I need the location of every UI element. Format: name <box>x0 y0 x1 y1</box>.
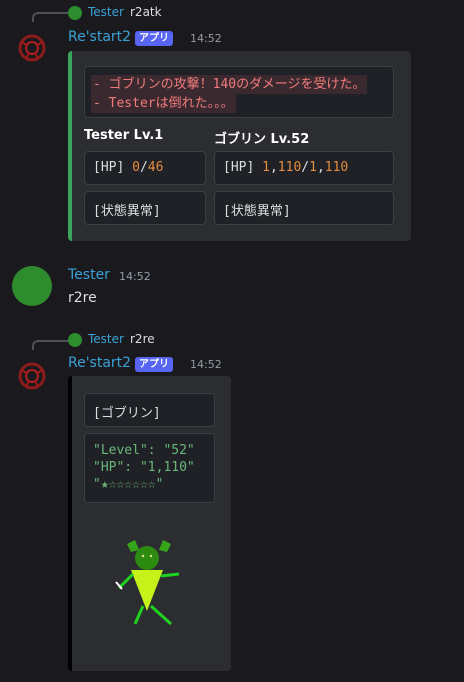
bot-avatar-icon <box>18 362 46 390</box>
bot-avatar[interactable] <box>12 28 52 68</box>
reply-preview-text[interactable]: r2re <box>130 332 155 346</box>
player-hp-current: 0 <box>132 160 140 175</box>
player-name-field: Tester Lv.1 <box>84 128 164 143</box>
embed-accent-bar <box>68 376 72 671</box>
battle-embed: - ゴブリンの攻撃！140のダメージを受けた。 - Testerは倒れた。。。 … <box>68 51 411 241</box>
hp-label: [HP] <box>93 160 133 175</box>
monster-title-box: [ゴブリン] <box>84 393 215 427</box>
enemy-hp-comma: , <box>316 160 325 175</box>
player-status-box: [状態異常] <box>84 191 206 225</box>
stat-line-level: "Level": "52" <box>93 443 195 458</box>
enemy-hp-current-part: 1 <box>262 160 270 175</box>
enemy-name-field: ゴブリン Lv.52 <box>214 132 310 147</box>
reply-connector <box>32 340 68 350</box>
app-badge: アプリ <box>135 31 173 46</box>
stat-line-hp: "HP": "1,110" <box>93 460 195 475</box>
battle-log-box: - ゴブリンの攻撃！140のダメージを受けた。 - Testerは倒れた。。。 <box>84 66 394 118</box>
battle-log-line: - Testerは倒れた。。。 <box>91 94 236 113</box>
bot-avatar-icon <box>18 34 46 62</box>
enemy-hp-max-part: 1 <box>309 160 317 175</box>
app-badge: アプリ <box>135 357 173 372</box>
enemy-hp-box: [HP] 1,110/1,110 <box>214 151 394 185</box>
player-hp-max: 46 <box>147 160 164 175</box>
monster-embed: [ゴブリン] "Level": "52" "HP": "1,110" "★☆☆☆… <box>68 376 231 671</box>
hp-separator: / <box>139 160 148 175</box>
player-status-text: [状態異常] <box>93 204 161 219</box>
reply-connector <box>32 12 68 22</box>
enemy-status-box: [状態異常] <box>214 191 394 225</box>
enemy-hp-max-part: 110 <box>324 160 349 175</box>
player-hp-box: [HP] 0/46 <box>84 151 206 185</box>
hp-label: [HP] <box>223 160 263 175</box>
stat-line-rarity: "★☆☆☆☆☆☆" <box>93 477 164 492</box>
enemy-hp-current-part: 110 <box>277 160 302 175</box>
monster-title-text: [ゴブリン] <box>93 406 161 421</box>
author-name[interactable]: Re'start2 <box>68 355 131 371</box>
goblin-sprite-image <box>115 540 180 626</box>
author-name[interactable]: Tester <box>68 267 110 283</box>
monster-stats-box: "Level": "52" "HP": "1,110" "★☆☆☆☆☆☆" <box>84 433 215 503</box>
message-text: r2re <box>68 290 97 306</box>
reply-preview-text[interactable]: r2atk <box>130 5 162 19</box>
enemy-hp-comma: , <box>269 160 278 175</box>
bot-avatar[interactable] <box>12 356 52 396</box>
timestamp: 14:52 <box>119 270 151 283</box>
reply-username[interactable]: Tester <box>88 332 124 346</box>
hp-separator: / <box>301 160 310 175</box>
reply-username[interactable]: Tester <box>88 5 124 19</box>
user-avatar[interactable] <box>12 266 52 306</box>
reply-avatar <box>68 333 82 347</box>
author-name[interactable]: Re'start2 <box>68 29 131 45</box>
enemy-status-text: [状態異常] <box>223 204 291 219</box>
timestamp: 14:52 <box>190 358 222 371</box>
reply-avatar <box>68 6 82 20</box>
battle-log-line: - ゴブリンの攻撃！140のダメージを受けた。 <box>91 75 368 94</box>
timestamp: 14:52 <box>190 32 222 45</box>
embed-accent-bar <box>68 51 72 241</box>
